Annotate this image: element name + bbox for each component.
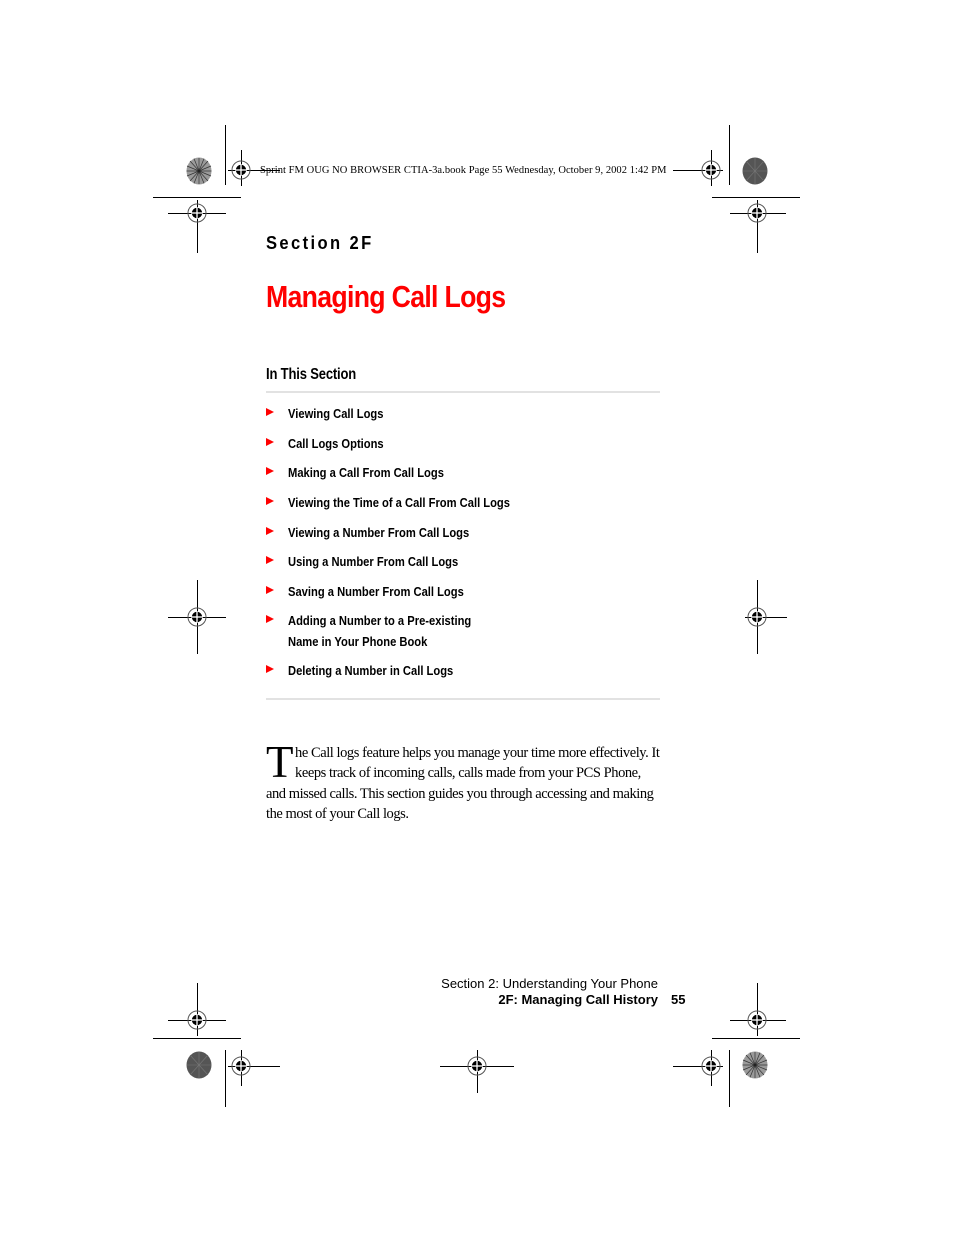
intro-text: he Call logs feature helps you manage yo… <box>266 745 660 822</box>
registration-target-icon <box>743 603 771 631</box>
bullet-arrow-icon <box>266 467 274 475</box>
registration-target-icon <box>183 199 211 227</box>
bullet-arrow-icon <box>266 586 274 594</box>
registration-target-icon <box>463 1052 491 1080</box>
registration-target-icon <box>697 1052 725 1080</box>
color-registration-icon <box>186 1051 212 1079</box>
bullet-arrow-icon <box>266 615 274 623</box>
crop-line <box>712 1038 800 1039</box>
list-item-label: Saving a Number From Call Logs <box>288 584 464 599</box>
crop-line <box>153 1038 241 1039</box>
list-item-label: Call Logs Options <box>288 436 384 451</box>
list-item-label: Adding a Number to a Pre-existing <box>288 613 472 628</box>
color-registration-icon <box>742 1051 768 1079</box>
crop-line <box>729 125 730 185</box>
divider <box>266 391 660 393</box>
bullet-arrow-icon <box>266 527 274 535</box>
crop-line <box>153 197 241 198</box>
registration-target-icon <box>227 1052 255 1080</box>
bullet-arrow-icon <box>266 556 274 564</box>
print-slug-line: Sprint FM OUG NO BROWSER CTIA-3a.book Pa… <box>260 165 667 176</box>
registration-target-icon <box>183 603 211 631</box>
footer-section-title: Section 2: Understanding Your Phone <box>441 976 658 991</box>
color-registration-icon <box>742 157 768 185</box>
list-item-label: Viewing the Time of a Call From Call Log… <box>288 495 510 510</box>
list-item-label: Making a Call From Call Logs <box>288 465 444 480</box>
bullet-arrow-icon <box>266 408 274 416</box>
registration-target-icon <box>743 1006 771 1034</box>
list-item-label: Viewing Call Logs <box>288 406 384 421</box>
page-title: Managing Call Logs <box>266 279 506 314</box>
list-item-label: Deleting a Number in Call Logs <box>288 663 454 678</box>
footer-chapter-title: 2F: Managing Call History <box>498 992 658 1007</box>
drop-cap: T <box>266 737 294 787</box>
divider <box>266 698 660 700</box>
registration-target-icon <box>227 156 255 184</box>
list-item-label: Using a Number From Call Logs <box>288 554 459 569</box>
bullet-arrow-icon <box>266 497 274 505</box>
registration-target-icon <box>183 1006 211 1034</box>
page-number: 55 <box>671 992 686 1007</box>
in-this-section-heading: In This Section <box>266 366 357 383</box>
section-label: Section 2F <box>266 233 374 253</box>
list-item-label-continued: Name in Your Phone Book <box>288 634 428 649</box>
crop-line <box>712 197 800 198</box>
bullet-arrow-icon <box>266 438 274 446</box>
bullet-arrow-icon <box>266 665 274 673</box>
registration-target-icon <box>743 199 771 227</box>
color-registration-icon <box>186 157 212 185</box>
crop-line <box>729 1050 730 1107</box>
crop-line <box>225 1050 226 1107</box>
registration-target-icon <box>697 156 725 184</box>
list-item-label: Viewing a Number From Call Logs <box>288 525 470 540</box>
crop-line <box>225 125 226 185</box>
intro-paragraph: The Call logs feature helps you manage y… <box>266 737 661 824</box>
